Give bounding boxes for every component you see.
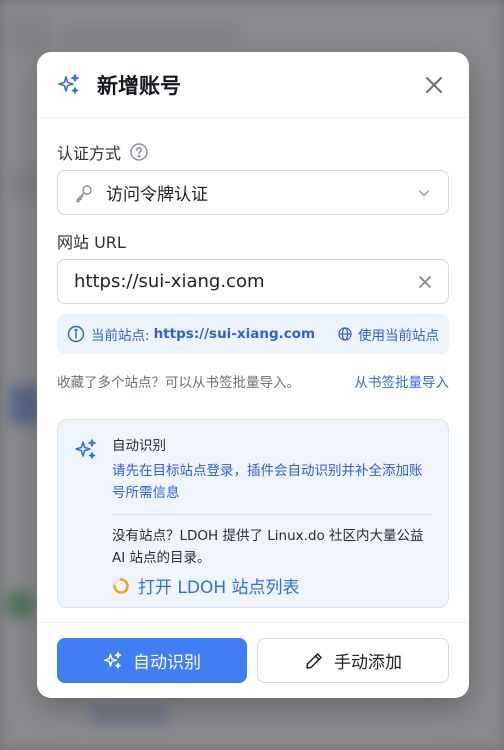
manual-add-button[interactable]: 手动添加 (257, 638, 449, 683)
auth-method-label: 认证方式 (57, 140, 449, 164)
pencil-icon (304, 651, 324, 671)
auto-detect-text: 自动识别 请先在目标站点登录，插件会自动识别并补全添加账号所需信息 (112, 436, 432, 504)
use-current-site-label: 使用当前站点 (358, 328, 439, 344)
sparkle-icon (74, 438, 98, 462)
loader-icon (112, 577, 130, 595)
current-site-bar: 当前站点: https://sui-xiang.com 使用当前站点 (57, 314, 449, 354)
auto-detect-button[interactable]: 自动识别 (57, 638, 247, 683)
sparkle-icon (57, 73, 81, 97)
auto-detect-header: 自动识别 请先在目标站点登录，插件会自动识别并补全添加账号所需信息 (74, 436, 432, 504)
site-url-input[interactable] (74, 271, 416, 292)
sparkle-icon (103, 651, 123, 671)
dialog-footer: 自动识别 手动添加 (37, 622, 469, 698)
bookmark-import-row: 收藏了多个站点？可以从书签批量导入。 从书签批量导入 (57, 371, 449, 391)
ldoh-description: 没有站点？LDOH 提供了 Linux.do 社区内大量公益 AI 站点的目录。 (112, 528, 424, 566)
auth-method-value: 访问令牌认证 (106, 185, 208, 205)
dialog-title: 新增账号 (97, 73, 181, 98)
current-site-prefix: 当前站点: (91, 328, 150, 344)
site-url-label: 网站 URL (57, 233, 126, 252)
open-ldoh-link[interactable]: 打开 LDOH 站点列表 (112, 573, 432, 598)
card-divider (112, 514, 432, 515)
bookmark-import-link[interactable]: 从书签批量导入 (355, 371, 450, 391)
bookmark-hint: 收藏了多个站点？可以从书签批量导入。 (57, 375, 300, 391)
close-icon[interactable] (421, 72, 447, 98)
auth-method-select[interactable]: 访问令牌认证 (57, 170, 449, 215)
help-icon[interactable] (129, 142, 149, 162)
site-url-field (57, 259, 449, 304)
key-icon (74, 183, 94, 203)
auth-method-label-text: 认证方式 (57, 144, 122, 163)
current-site-url: https://sui-xiang.com (153, 326, 316, 342)
auto-detect-button-label: 自动识别 (133, 653, 201, 673)
dialog-body: 认证方式 访问令牌认证 网站 URL https://sui-xiang.com… (37, 118, 469, 608)
manual-add-button-label: 手动添加 (334, 653, 402, 673)
dialog-header: 新增账号 (37, 52, 469, 118)
auto-detect-title: 自动识别 (112, 438, 166, 454)
globe-icon (338, 327, 352, 341)
open-ldoh-label: 打开 LDOH 站点列表 (138, 578, 300, 598)
chevron-down-icon (416, 185, 432, 201)
clear-icon[interactable] (416, 273, 434, 291)
auto-detect-description: 请先在目标站点登录，插件会自动识别并补全添加账号所需信息 (112, 463, 423, 501)
add-account-dialog: 新增账号 认证方式 访问令牌认证 网站 URL https://sui-xian… (37, 52, 469, 698)
info-icon (67, 325, 85, 343)
use-current-site-button[interactable]: 使用当前站点 (338, 324, 439, 344)
auto-detect-card: 自动识别 请先在目标站点登录，插件会自动识别并补全添加账号所需信息 没有站点？L… (57, 419, 449, 608)
